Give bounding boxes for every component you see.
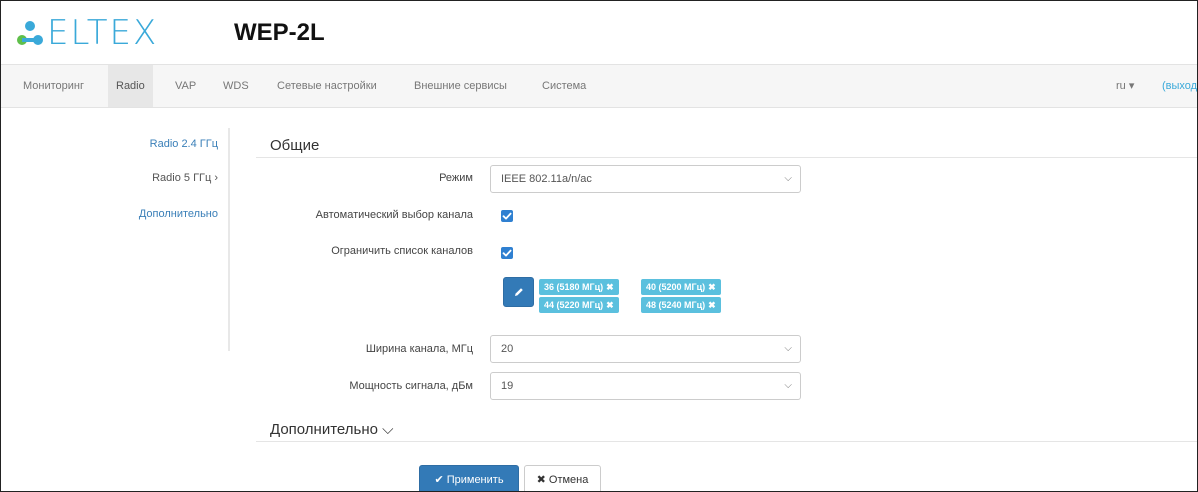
channel-chip: 40 (5200 МГц) ✖ [641,279,721,295]
chevron-down-icon: ⌵ [784,380,792,391]
signal-power-label: Мощность сигнала, дБм [349,380,473,392]
signal-power-select[interactable]: 19 ⌵ [490,372,801,400]
close-icon[interactable]: ✖ [708,300,716,310]
channel-chip: 44 (5220 МГц) ✖ [539,297,619,313]
sidebar-item-advanced[interactable]: Дополнительно [139,208,218,220]
nav-item-monitoring[interactable]: Мониторинг [15,65,92,107]
channel-chip-label: 40 (5200 МГц) [646,282,706,292]
nav-item-system[interactable]: Система [534,65,594,107]
nav-item-radio[interactable]: Radio [108,65,153,107]
top-navbar: Мониторинг Radio VAP WDS Сетевые настрой… [1,64,1197,108]
auto-channel-label: Автоматический выбор канала [315,209,473,221]
sidebar-item-radio-24[interactable]: Radio 2.4 ГГц [150,138,218,150]
section-title-general: Общие [270,137,320,154]
logo-text: ELTEX [47,13,159,53]
channel-chip: 48 (5240 МГц) ✖ [641,297,721,313]
auto-channel-checkbox[interactable] [501,210,513,222]
mode-select-value: IEEE 802.11a/n/ac [501,173,592,185]
channel-chip: 36 (5180 МГц) ✖ [539,279,619,295]
eltex-logo[interactable]: ELTEX [15,15,158,51]
chevron-down-icon: ⌵ [784,173,792,184]
sidebar-item-radio-5[interactable]: Radio 5 ГГц › [152,172,218,184]
channel-width-label: Ширина канала, МГц [365,343,473,355]
device-title: WEP-2L [234,19,325,46]
limit-channels-label: Ограничить список каналов [331,245,473,257]
header: ELTEX WEP-2L [1,1,1197,63]
nav-item-vap[interactable]: VAP [167,65,204,107]
checkmark-icon [502,249,512,257]
channel-width-value: 20 [501,343,514,355]
close-icon[interactable]: ✖ [708,282,716,292]
signal-power-value: 19 [501,380,514,392]
pencil-icon [514,288,523,296]
nav-item-wds[interactable]: WDS [215,65,257,107]
channel-chip-label: 36 (5180 МГц) [544,282,604,292]
channel-width-select[interactable]: 20 ⌵ [490,335,801,363]
app-window: ELTEX WEP-2L Мониторинг Radio VAP WDS Се… [0,0,1198,492]
section-title-advanced[interactable]: Дополнительно ⌵ [270,421,394,438]
close-icon[interactable]: ✖ [606,282,614,292]
language-dropdown[interactable]: ru ▾ [1116,65,1134,107]
mode-label: Режим [439,172,473,184]
section-divider [256,441,1197,442]
edit-channels-button[interactable] [503,277,534,307]
nav-item-network-settings[interactable]: Сетевые настройки [269,65,385,107]
channel-chip-label: 44 (5220 МГц) [544,300,604,310]
checkmark-icon [502,212,512,220]
nav-item-external-services[interactable]: Внешние сервисы [406,65,515,107]
chevron-down-icon: ⌵ [784,343,792,354]
cancel-button[interactable]: ✖ Отмена [524,465,601,491]
sidebar: Radio 2.4 ГГц Radio 5 ГГц › Дополнительн… [107,128,230,351]
apply-button[interactable]: ✔ Применить [419,465,519,491]
limit-channels-checkbox[interactable] [501,247,513,259]
logout-link[interactable]: (выход) [1162,65,1197,107]
section-divider [256,157,1197,158]
close-icon[interactable]: ✖ [606,300,614,310]
logo-mark-icon [17,21,43,45]
channel-chip-label: 48 (5240 МГц) [646,300,706,310]
mode-select[interactable]: IEEE 802.11a/n/ac ⌵ [490,165,801,193]
